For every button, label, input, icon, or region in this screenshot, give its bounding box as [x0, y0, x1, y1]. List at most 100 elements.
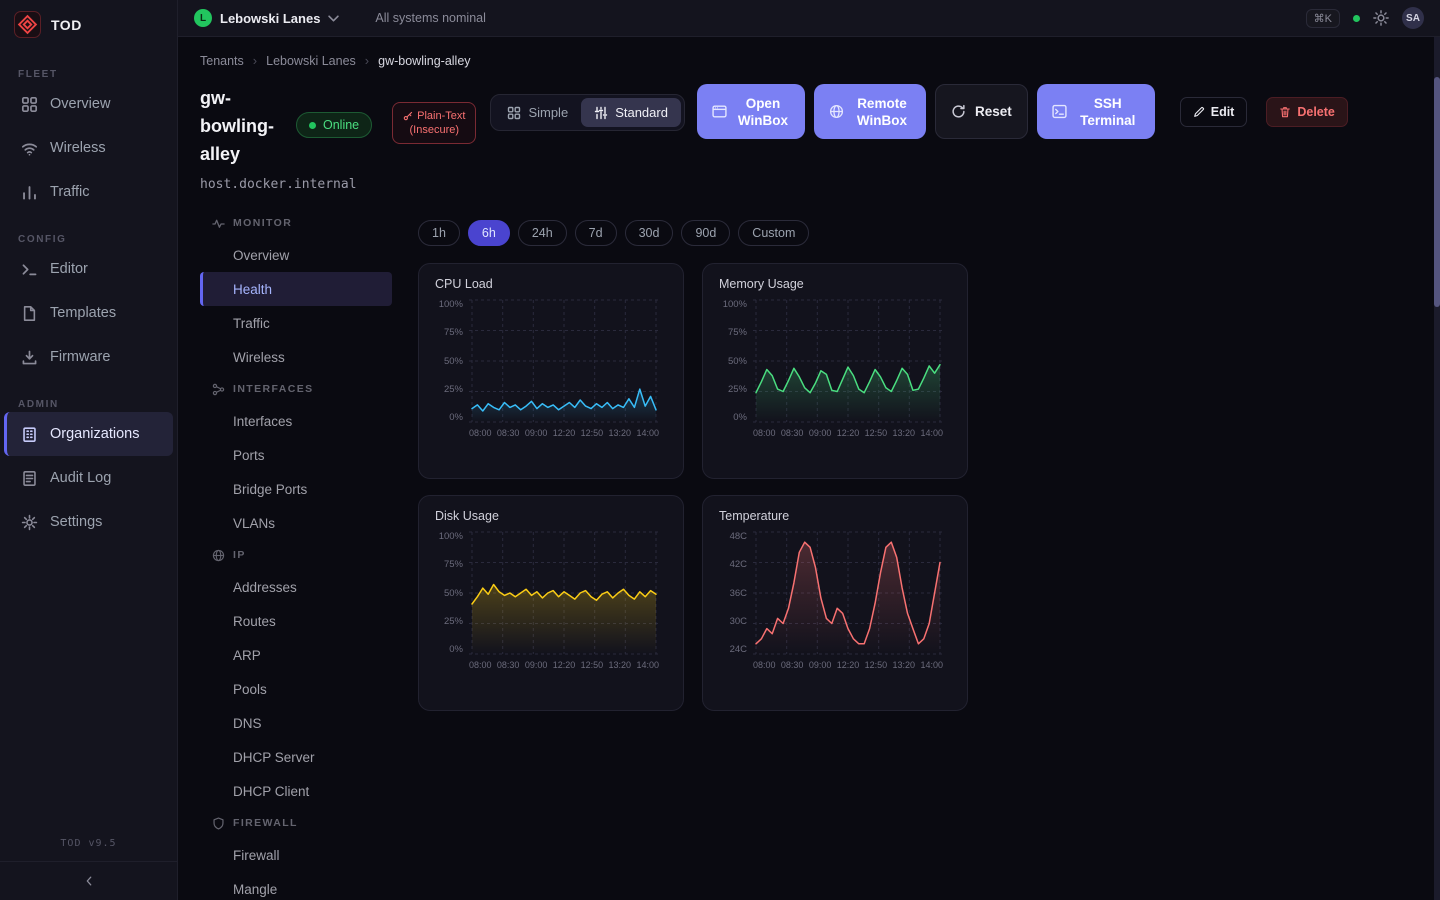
y-tick-label: 0%	[449, 412, 463, 423]
app-window-icon	[712, 104, 727, 119]
range-30d-button[interactable]: 30d	[625, 220, 674, 246]
sidebar-footer: TOD v9.5	[0, 838, 177, 900]
subnav-item-routes[interactable]: Routes	[200, 604, 392, 638]
sidebar-item-overview[interactable]: Overview	[4, 82, 173, 126]
bar-chart-icon	[21, 184, 38, 201]
sidebar-item-label: Firmware	[50, 349, 110, 365]
x-tick-label: 12:50	[865, 660, 888, 670]
open-winbox-button[interactable]: Open WinBox	[697, 84, 805, 139]
subnav-item-dhcp-server[interactable]: DHCP Server	[200, 740, 392, 774]
device-body: MONITOR Overview Health Traffic Wireless…	[200, 208, 1418, 900]
x-tick-label: 09:00	[809, 428, 832, 438]
x-axis-labels: 08:0008:3009:0012:2012:5013:2014:00	[753, 660, 943, 670]
building-icon	[21, 426, 38, 443]
subnav-group-ip: IP	[200, 540, 392, 570]
breadcrumb-tenants[interactable]: Tenants	[200, 54, 244, 68]
subnav-item-ports[interactable]: Ports	[200, 438, 392, 472]
security-warning-badge: Plain-Text (Insecure)	[392, 102, 476, 144]
subnav-group-label: IP	[233, 549, 246, 561]
range-6h-button[interactable]: 6h	[468, 220, 510, 246]
sidebar-item-wireless[interactable]: Wireless	[4, 126, 173, 170]
command-palette-shortcut[interactable]: ⌘K	[1306, 9, 1340, 28]
breadcrumb: Tenants › Lebowski Lanes › gw-bowling-al…	[200, 53, 1418, 68]
x-tick-label: 08:00	[753, 660, 776, 670]
user-avatar[interactable]: SA	[1402, 7, 1424, 29]
subnav-item-overview[interactable]: Overview	[200, 238, 392, 272]
pulse-icon	[212, 217, 225, 230]
chart-title: Temperature	[719, 509, 955, 523]
sidebar-item-editor[interactable]: Editor	[4, 247, 173, 291]
view-mode-toggle: Simple Standard	[490, 94, 685, 131]
subnav-item-wireless[interactable]: Wireless	[200, 340, 392, 374]
y-tick-label: 100%	[439, 531, 463, 542]
chevron-left-icon	[83, 875, 95, 887]
subnav-item-firewall[interactable]: Firewall	[200, 838, 392, 872]
range-1h-button[interactable]: 1h	[418, 220, 460, 246]
scrollbar-track[interactable]	[1434, 37, 1440, 900]
topbar: L Lebowski Lanes All systems nominal ⌘K …	[178, 0, 1440, 37]
y-axis-labels: 100%75%50%25%0%	[433, 299, 469, 423]
app-title: TOD	[51, 17, 82, 33]
y-axis-labels: 48C42C36C30C24C	[717, 531, 753, 655]
range-24h-button[interactable]: 24h	[518, 220, 567, 246]
subnav-item-interfaces[interactable]: Interfaces	[200, 404, 392, 438]
reset-button[interactable]: Reset	[935, 84, 1028, 139]
line-chart-svg	[469, 531, 659, 655]
y-tick-label: 25%	[444, 384, 463, 395]
sidebar-item-traffic[interactable]: Traffic	[4, 170, 173, 214]
sidebar-item-label: Organizations	[50, 426, 139, 442]
sidebar-item-firmware[interactable]: Firmware	[4, 335, 173, 379]
subnav-item-arp[interactable]: ARP	[200, 638, 392, 672]
sidebar-item-audit-log[interactable]: Audit Log	[4, 456, 173, 500]
sidebar-collapse-button[interactable]	[0, 861, 177, 900]
sidebar-section-config: CONFIG	[0, 234, 177, 245]
y-tick-label: 25%	[728, 384, 747, 395]
subnav-item-bridge-ports[interactable]: Bridge Ports	[200, 472, 392, 506]
x-axis-labels: 08:0008:3009:0012:2012:5013:2014:00	[469, 428, 659, 438]
subnav-item-health[interactable]: Health	[200, 272, 392, 306]
subnav-item-addresses[interactable]: Addresses	[200, 570, 392, 604]
x-tick-label: 12:20	[837, 660, 860, 670]
y-axis-labels: 100%75%50%25%0%	[717, 299, 753, 423]
delete-button[interactable]: Delete	[1266, 97, 1348, 127]
subnav-item-pools[interactable]: Pools	[200, 672, 392, 706]
app-version: TOD v9.5	[0, 838, 177, 861]
x-tick-label: 14:00	[920, 660, 943, 670]
app-logo: TOD	[0, 0, 177, 49]
subnav-item-dhcp-client[interactable]: DHCP Client	[200, 774, 392, 808]
subnav-item-vlans[interactable]: VLANs	[200, 506, 392, 540]
y-tick-label: 50%	[728, 356, 747, 367]
y-tick-label: 100%	[439, 299, 463, 310]
key-icon	[403, 111, 413, 121]
subnav-group-label: FIREWALL	[233, 817, 298, 829]
remote-winbox-button[interactable]: Remote WinBox	[814, 84, 926, 139]
edit-label: Edit	[1211, 105, 1235, 119]
scrollbar-thumb[interactable]	[1434, 77, 1440, 307]
range-custom-button[interactable]: Custom	[738, 220, 809, 246]
x-tick-label: 12:20	[837, 428, 860, 438]
tenant-selector[interactable]: L Lebowski Lanes	[194, 9, 339, 27]
range-7d-button[interactable]: 7d	[575, 220, 617, 246]
shield-icon	[212, 817, 225, 830]
chart-card-memory-usage: Memory Usage 100%75%50%25%0% 08:0008:300…	[702, 263, 968, 479]
chart-title: CPU Load	[435, 277, 671, 291]
range-90d-button[interactable]: 90d	[681, 220, 730, 246]
mode-standard-button[interactable]: Standard	[581, 98, 681, 127]
x-tick-label: 09:00	[525, 660, 548, 670]
sun-theme-icon[interactable]	[1373, 10, 1389, 26]
subnav-item-traffic[interactable]: Traffic	[200, 306, 392, 340]
sidebar-item-settings[interactable]: Settings	[4, 500, 173, 544]
subnav-item-dns[interactable]: DNS	[200, 706, 392, 740]
ssh-terminal-button[interactable]: SSH Terminal	[1037, 84, 1155, 139]
y-tick-label: 24C	[730, 644, 747, 655]
y-tick-label: 36C	[730, 588, 747, 599]
breadcrumb-tenant-name[interactable]: Lebowski Lanes	[266, 54, 356, 68]
sidebar-item-organizations[interactable]: Organizations	[4, 412, 173, 456]
mode-simple-button[interactable]: Simple	[494, 98, 581, 127]
x-axis-labels: 08:0008:3009:0012:2012:5013:2014:00	[469, 660, 659, 670]
sidebar-item-templates[interactable]: Templates	[4, 291, 173, 335]
chevron-right-icon: ›	[253, 53, 257, 68]
subnav-item-mangle[interactable]: Mangle	[200, 872, 392, 900]
edit-button[interactable]: Edit	[1180, 97, 1248, 127]
y-tick-label: 25%	[444, 616, 463, 627]
